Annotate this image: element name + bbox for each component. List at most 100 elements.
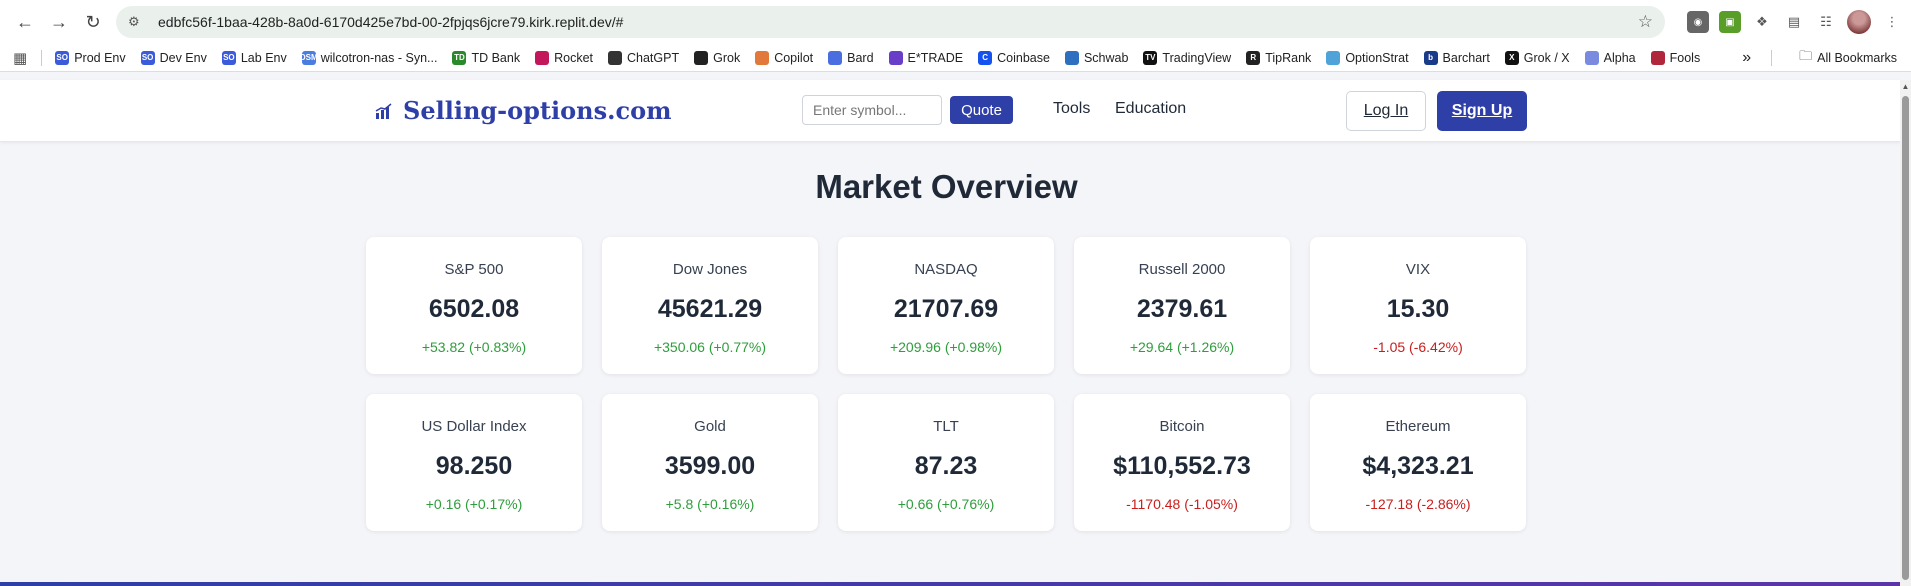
bookmark-label: Barchart — [1442, 50, 1490, 65]
market-card-change: +5.8 (+0.16%) — [665, 496, 755, 512]
bookmark-label: Copilot — [774, 50, 814, 65]
divider — [1771, 49, 1773, 66]
nav-education[interactable]: Education — [1115, 100, 1186, 118]
market-card-price: 3599.00 — [664, 452, 756, 480]
tab-search-icon[interactable]: ▤ — [1783, 11, 1805, 33]
more-menu-icon[interactable]: ⋮ — [1881, 11, 1903, 33]
bookmark-item[interactable]: Grok — [687, 50, 748, 65]
url-text[interactable]: edbfc56f-1baa-428b-8a0d-6170d425e7bd-00-… — [158, 14, 1638, 30]
scroll-up-icon[interactable]: ▲ — [1901, 82, 1910, 91]
market-card-change: -1.05 (-6.42%) — [1373, 339, 1463, 355]
scroll-thumb[interactable] — [1902, 96, 1909, 580]
market-card-change: +29.64 (+1.26%) — [1129, 339, 1235, 355]
bookmark-label: Dev Env — [159, 50, 207, 65]
apps-icon[interactable]: ▦ — [6, 49, 35, 67]
x-icon: X — [1504, 50, 1519, 65]
market-card-change: -1170.48 (-1.05%) — [1126, 496, 1238, 512]
nav-tools[interactable]: Tools — [1053, 100, 1090, 118]
bookmark-label: TD Bank — [471, 50, 521, 65]
reading-mode-icon[interactable]: ☷ — [1815, 11, 1837, 33]
bookmark-item[interactable]: R TipRank — [1239, 50, 1319, 65]
page-title: Market Overview — [815, 168, 1078, 205]
market-card-change: +53.82 (+0.83%) — [421, 339, 527, 355]
bookmark-item[interactable]: X Grok / X — [1498, 50, 1578, 65]
market-card[interactable]: Ethereum $4,323.21 -127.18 (-2.86%) — [1310, 394, 1526, 531]
back-icon[interactable]: ← — [8, 5, 42, 39]
alpha-icon — [1584, 50, 1599, 65]
forward-icon[interactable]: → — [42, 5, 76, 39]
market-card-name: NASDAQ — [914, 261, 978, 278]
market-card[interactable]: Dow Jones 45621.29 +350.06 (+0.77%) — [602, 237, 818, 374]
bookmarks-bar: ▦ SO Prod Env SO Dev Env SO Lab Env DSM wilcotr… — [0, 44, 1911, 72]
tiprank-icon: R — [1246, 50, 1261, 65]
market-card-change: +350.06 (+0.77%) — [653, 339, 767, 355]
bookmark-label: E*TRADE — [907, 50, 964, 65]
more-bookmarks-icon[interactable]: » — [1742, 49, 1751, 67]
market-card-change: -127.18 (-2.86%) — [1365, 496, 1471, 512]
market-card-change: +209.96 (+0.98%) — [889, 339, 1003, 355]
all-bookmarks-label: All Bookmarks — [1817, 50, 1897, 65]
so-icon: SO — [221, 50, 236, 65]
bard-icon — [828, 50, 843, 65]
market-card[interactable]: Gold 3599.00 +5.8 (+0.16%) — [602, 394, 818, 531]
market-card-price: 45621.29 — [657, 295, 763, 323]
reload-icon[interactable]: ↻ — [76, 5, 110, 39]
bookmark-item[interactable]: Copilot — [748, 50, 821, 65]
browser-toolbar: ← → ↻ ⚙ edbfc56f-1baa-428b-8a0d-6170d425… — [0, 0, 1911, 44]
bookmark-item[interactable]: TD TD Bank — [445, 50, 528, 65]
schwab-icon — [1064, 50, 1079, 65]
market-card[interactable]: S&P 500 6502.08 +53.82 (+0.83%) — [366, 237, 582, 374]
so-icon: SO — [55, 50, 70, 65]
grok-icon — [694, 50, 709, 65]
bookmark-item[interactable]: ChatGPT — [601, 50, 687, 65]
scrollbar[interactable]: ▲ — [1900, 80, 1911, 586]
barchart-icon: b — [1423, 50, 1438, 65]
site-logo[interactable]: Selling-options.com — [375, 96, 671, 125]
bookmark-item[interactable]: SO Prod Env — [48, 50, 133, 65]
market-card[interactable]: TLT 87.23 +0.66 (+0.76%) — [838, 394, 1054, 531]
symbol-search-input[interactable] — [802, 95, 942, 125]
quote-button[interactable]: Quote — [950, 96, 1013, 124]
bookmark-label: ChatGPT — [627, 50, 680, 65]
bookmark-item[interactable]: Bard — [821, 50, 881, 65]
market-card[interactable]: Bitcoin $110,552.73 -1170.48 (-1.05%) — [1074, 394, 1290, 531]
coinbase-icon: C — [978, 50, 993, 65]
extension-icon[interactable]: ◉ — [1687, 11, 1709, 33]
etrade-icon — [888, 50, 903, 65]
bookmark-item[interactable]: Alpha — [1578, 50, 1644, 65]
site-info-icon[interactable]: ⚙ — [128, 14, 150, 30]
market-card[interactable]: VIX 15.30 -1.05 (-6.42%) — [1310, 237, 1526, 374]
td-icon: TD — [452, 50, 467, 65]
market-card-name: Bitcoin — [1159, 418, 1205, 435]
bookmark-label: Schwab — [1083, 50, 1129, 65]
bookmark-label: Rocket — [554, 50, 593, 65]
bookmark-item[interactable]: Schwab — [1058, 50, 1136, 65]
bookmark-item[interactable]: Fools — [1644, 50, 1709, 65]
bookmark-item[interactable]: E*TRADE — [882, 50, 972, 65]
address-bar[interactable]: ⚙ edbfc56f-1baa-428b-8a0d-6170d425e7bd-0… — [116, 6, 1665, 38]
puzzle-icon[interactable]: ❖ — [1751, 11, 1773, 33]
divider — [41, 49, 43, 66]
bookmark-item[interactable]: SO Dev Env — [134, 50, 215, 65]
market-card[interactable]: US Dollar Index 98.250 +0.16 (+0.17%) — [366, 394, 582, 531]
login-button[interactable]: Log In — [1346, 91, 1426, 131]
market-card-name: TLT — [933, 418, 959, 435]
bookmark-item[interactable]: DSM wilcotron-nas - Syn... — [295, 50, 446, 65]
bookmark-item[interactable]: b Barchart — [1417, 50, 1498, 65]
bookmark-item[interactable]: TV TradingView — [1136, 50, 1239, 65]
bookmark-item[interactable]: Rocket — [528, 50, 601, 65]
market-cards-grid: S&P 500 6502.08 +53.82 (+0.83%) Dow Jones 45… — [366, 237, 1526, 531]
avatar[interactable] — [1847, 10, 1871, 34]
market-card[interactable]: NASDAQ 21707.69 +209.96 (+0.98%) — [838, 237, 1054, 374]
signup-button[interactable]: Sign Up — [1437, 91, 1527, 131]
bookmark-star-icon[interactable]: ☆ — [1638, 12, 1653, 32]
all-bookmarks-link[interactable]: 🗀 All Bookmarks — [1792, 47, 1905, 69]
market-card[interactable]: Russell 2000 2379.61 +29.64 (+1.26%) — [1074, 237, 1290, 374]
extension-icon[interactable]: ▣ — [1719, 11, 1741, 33]
bookmark-item[interactable]: OptionStrat — [1319, 50, 1416, 65]
bookmark-item[interactable]: C Coinbase — [971, 50, 1058, 65]
market-card-change: +0.16 (+0.17%) — [425, 496, 523, 512]
fools-icon — [1650, 50, 1665, 65]
bookmark-item[interactable]: SO Lab Env — [215, 50, 295, 65]
bookmark-list: SO Prod Env SO Dev Env SO Lab Env DSM wilcotron… — [48, 50, 1709, 65]
